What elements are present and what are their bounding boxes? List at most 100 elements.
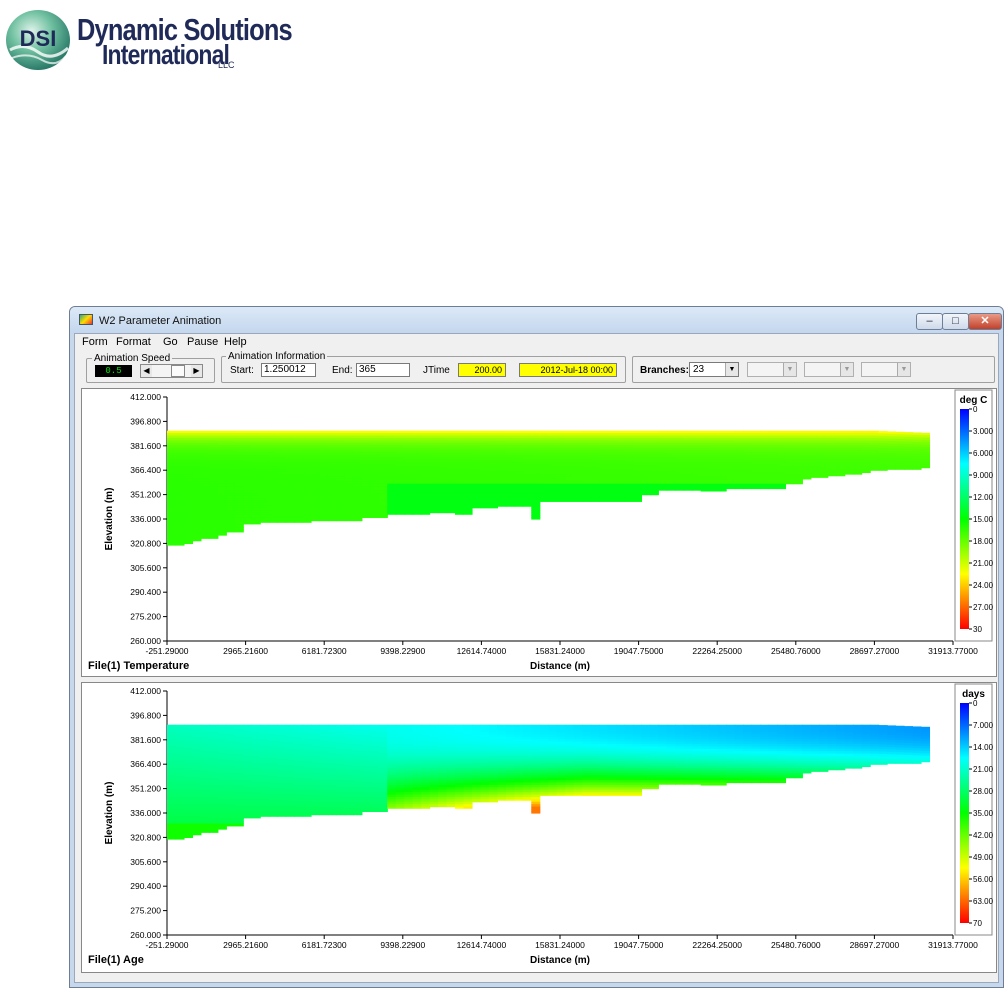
close-button[interactable]: ✕ bbox=[968, 313, 1002, 330]
y-axis-label: Elevation (m) bbox=[104, 488, 115, 551]
branches-label: Branches: bbox=[640, 365, 689, 376]
heatmap-cell bbox=[251, 522, 261, 525]
colorbar-tick-label: 0 bbox=[973, 405, 978, 414]
heatmap-cell bbox=[734, 486, 744, 490]
end-label: End: bbox=[332, 365, 353, 376]
chevron-down-icon[interactable]: ▼ bbox=[783, 363, 796, 376]
heatmap-cell bbox=[658, 488, 668, 491]
heatmap-cell bbox=[895, 467, 905, 470]
heatmap-cell bbox=[717, 488, 727, 492]
heatmap-cell bbox=[277, 813, 287, 817]
branch-select-4[interactable]: ▼ bbox=[861, 362, 911, 377]
y-tick-label: 412.000 bbox=[130, 686, 161, 696]
heatmap-cell bbox=[175, 837, 185, 840]
slider-thumb[interactable] bbox=[171, 365, 185, 377]
heatmap-cell bbox=[183, 835, 194, 838]
x-tick-label: 22264.25000 bbox=[692, 646, 742, 656]
y-tick-label: 396.800 bbox=[130, 710, 161, 720]
chevron-down-icon[interactable]: ▼ bbox=[725, 363, 738, 376]
jtime-field: 200.00 bbox=[458, 363, 506, 377]
menu-pause[interactable]: Pause bbox=[187, 336, 218, 348]
x-tick-label: 25480.76000 bbox=[771, 940, 821, 950]
start-field[interactable]: 1.250012 bbox=[261, 363, 316, 377]
slider-right-arrow-icon[interactable]: ▶ bbox=[191, 365, 202, 377]
y-tick-label: 275.200 bbox=[130, 612, 161, 622]
minimize-button[interactable]: ‒ bbox=[916, 313, 943, 330]
heatmap-cell bbox=[421, 512, 431, 515]
colorbar-tick-label: 9.000 bbox=[973, 471, 994, 480]
x-tick-label: 12614.74000 bbox=[457, 940, 507, 950]
heatmap-cell bbox=[726, 486, 736, 490]
branch-select-2[interactable]: ▼ bbox=[747, 362, 797, 377]
y-tick-label: 320.800 bbox=[130, 538, 161, 548]
heatmap-cell bbox=[709, 488, 719, 492]
heatmap-cell bbox=[412, 512, 422, 515]
slider-left-arrow-icon[interactable]: ◀ bbox=[141, 365, 152, 377]
heatmap-cell bbox=[226, 823, 236, 827]
x-tick-label: 6181.72300 bbox=[302, 646, 347, 656]
heatmap-cell bbox=[548, 794, 558, 796]
menu-format[interactable]: Format bbox=[116, 336, 151, 348]
heatmap-cell bbox=[319, 519, 329, 522]
heatmap-cell bbox=[666, 488, 676, 491]
y-tick-label: 351.200 bbox=[130, 490, 161, 500]
heatmap-cell bbox=[514, 505, 524, 507]
chevron-down-icon[interactable]: ▼ bbox=[897, 363, 910, 376]
plot-title: File(1) Temperature bbox=[88, 660, 189, 672]
heatmap-cell bbox=[480, 505, 490, 509]
heatmap-cell bbox=[217, 534, 227, 536]
heatmap-cell bbox=[268, 519, 278, 523]
x-tick-label: 15831.24000 bbox=[535, 646, 585, 656]
colorbar-tick-label: 21.00 bbox=[973, 559, 994, 568]
date-field: 2012-Jul-18 00:00 bbox=[519, 363, 617, 377]
x-axis-label: Distance (m) bbox=[530, 661, 590, 672]
heatmap-cell bbox=[505, 505, 515, 507]
animation-speed-group: Animation Speed 0.5 ◀ ▶ bbox=[86, 353, 215, 383]
heatmap-cell bbox=[539, 794, 549, 796]
age-plot: 412.000396.800381.600366.400351.200336.0… bbox=[88, 683, 994, 966]
heatmap-cell bbox=[827, 474, 837, 477]
heatmap-cell bbox=[319, 813, 329, 816]
heatmap-cell bbox=[370, 808, 380, 812]
heatmap-cell bbox=[531, 811, 541, 814]
heatmap-cell bbox=[649, 493, 659, 496]
heatmap-cell bbox=[615, 500, 626, 502]
heatmap-cell bbox=[336, 519, 346, 522]
heatmap-cell bbox=[488, 505, 498, 509]
heatmap-cell bbox=[446, 804, 456, 808]
colorbar-tick-label: 27.00 bbox=[973, 603, 994, 612]
temperature-plot-panel: 412.000 396.800 381.600 366.400 351.200 336.0… bbox=[81, 388, 997, 677]
x-tick-label: 9398.22900 bbox=[380, 646, 425, 656]
heatmap-cell bbox=[887, 467, 897, 470]
globe-logo-icon: DSI bbox=[6, 10, 70, 70]
heatmap-cell bbox=[556, 794, 566, 796]
maximize-button[interactable]: □ bbox=[942, 313, 969, 330]
chevron-down-icon[interactable]: ▼ bbox=[840, 363, 853, 376]
heatmap-cell bbox=[819, 476, 829, 478]
menu-form[interactable]: Form bbox=[82, 336, 108, 348]
x-tick-label: 28697.27000 bbox=[850, 940, 900, 950]
speed-slider[interactable]: ◀ ▶ bbox=[140, 364, 203, 378]
heatmap-cell bbox=[607, 500, 617, 502]
x-tick-label: 2965.21600 bbox=[223, 940, 268, 950]
y-tick-label: 260.000 bbox=[130, 636, 161, 646]
menu-go[interactable]: Go bbox=[163, 336, 178, 348]
animation-info-group: Animation Information Start: 1.250012 En… bbox=[221, 351, 626, 383]
heatmap-cell bbox=[251, 816, 261, 819]
heatmap-cell bbox=[759, 486, 770, 490]
x-tick-label: -251.29000 bbox=[145, 940, 188, 950]
title-bar[interactable]: W2 Parameter Animation ‒ □ ✕ bbox=[70, 307, 1003, 333]
heatmap-cell bbox=[912, 468, 922, 470]
heatmap-cell bbox=[294, 813, 304, 817]
branches-select[interactable]: 23 ▼ bbox=[689, 362, 739, 377]
end-field[interactable]: 365 bbox=[356, 363, 410, 377]
branch-select-3[interactable]: ▼ bbox=[804, 362, 854, 377]
menu-help[interactable]: Help bbox=[224, 336, 247, 348]
x-tick-label: 9398.22900 bbox=[380, 940, 425, 950]
heatmap-cell bbox=[463, 512, 473, 515]
y-tick-label: 381.600 bbox=[130, 441, 161, 451]
toolbar: Animation Speed 0.5 ◀ ▶ Animation Inform… bbox=[75, 351, 998, 384]
y-tick-label: 366.400 bbox=[130, 759, 161, 769]
dsi-logo: DSI Dynamic Solutions International LLC bbox=[4, 8, 293, 72]
heatmap-cell bbox=[802, 476, 812, 480]
